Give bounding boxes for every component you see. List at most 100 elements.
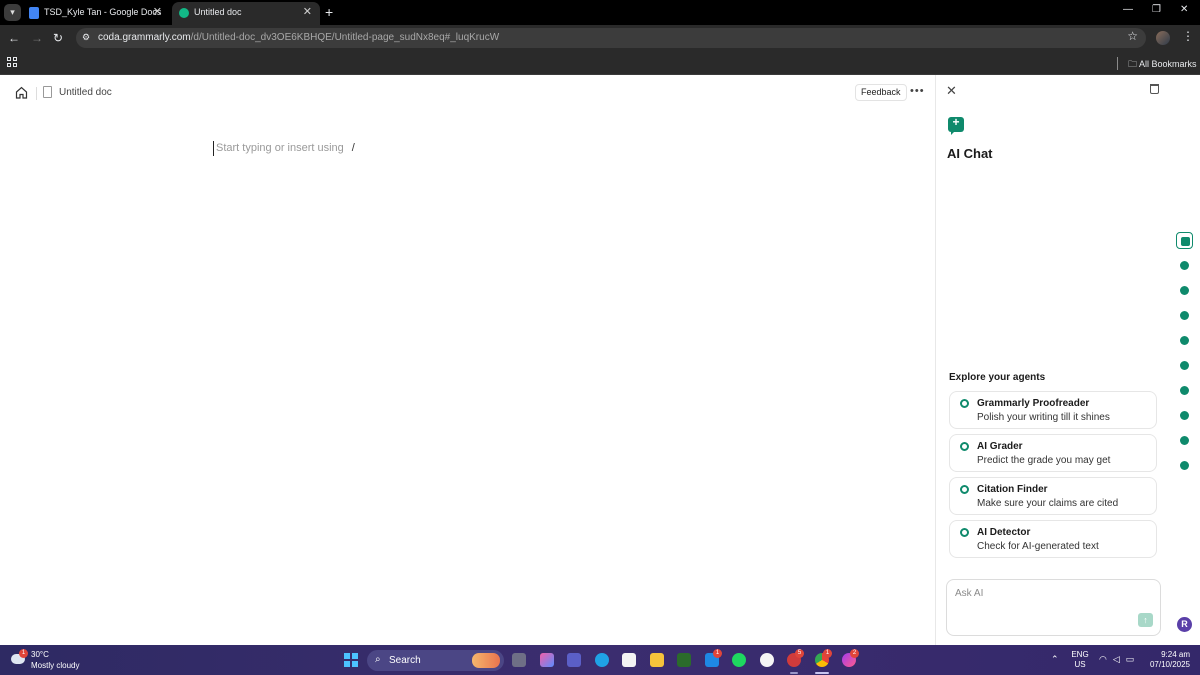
file-explorer-icon[interactable] <box>650 653 664 667</box>
spotify-icon[interactable] <box>732 653 746 667</box>
messenger-badge: 2 <box>850 649 859 658</box>
home-icon[interactable] <box>15 86 28 99</box>
user-avatar[interactable]: R <box>1177 617 1192 632</box>
opera-badge: 5 <box>795 649 804 658</box>
agent-card-citation-finder[interactable]: Citation Finder Make sure your claims ar… <box>949 477 1157 515</box>
browser-toolbar: ← → ↻ ⚙ coda.grammarly.com/d/Untitled-do… <box>0 25 1200 51</box>
agent-description: Predict the grade you may get <box>977 455 1111 466</box>
reader-icon[interactable] <box>1176 357 1193 374</box>
agent-description: Make sure your claims are cited <box>977 498 1119 509</box>
close-tab-icon[interactable]: ✕ <box>153 2 162 23</box>
editor-placeholder-text: Start typing or insert using <box>216 142 344 154</box>
feedback-button[interactable]: Feedback <box>855 84 907 101</box>
address-bar[interactable]: ⚙ coda.grammarly.com/d/Untitled-doc_dv3O… <box>76 28 1146 48</box>
search-label: Search <box>389 655 421 666</box>
tray-icons[interactable]: ◠◁▭ <box>1099 654 1140 665</box>
wifi-icon[interactable]: ◠ <box>1099 654 1113 664</box>
expert-icon[interactable] <box>1176 457 1193 474</box>
tab-title: Untitled doc <box>194 7 242 17</box>
bookmarks-bar: 🗀 All Bookmarks <box>0 51 1200 75</box>
forward-icon[interactable]: → <box>31 30 43 46</box>
battery-icon[interactable]: ▭ <box>1126 654 1141 664</box>
agent-name: Grammarly Proofreader <box>977 398 1090 409</box>
minimize-icon[interactable]: — <box>1123 4 1133 15</box>
store-icon[interactable] <box>622 653 636 667</box>
active-indicator <box>815 672 829 674</box>
site-info-icon[interactable]: ⚙ <box>82 32 90 43</box>
back-icon[interactable]: ← <box>8 30 20 46</box>
search-icon: ⌕ <box>375 654 381 665</box>
agent-description: Check for AI-generated text <box>977 541 1099 552</box>
more-options-icon[interactable]: ••• <box>910 85 925 97</box>
agent-name: Citation Finder <box>977 484 1048 495</box>
agent-rail: R <box>1170 75 1200 645</box>
new-tab-button[interactable]: + <box>325 3 333 21</box>
agent-description: Polish your writing till it shines <box>977 412 1110 423</box>
browser-menu-icon[interactable]: ⋮ <box>1182 29 1194 43</box>
close-tab-icon[interactable]: ✕ <box>303 2 312 23</box>
agent-name: AI Detector <box>977 527 1031 538</box>
close-window-icon[interactable]: ✕ <box>1180 4 1188 15</box>
doc-title[interactable]: Untitled doc <box>59 87 112 98</box>
paraphrase-icon[interactable] <box>1176 382 1193 399</box>
edge-icon[interactable] <box>595 653 609 667</box>
nvidia-icon[interactable] <box>677 653 691 667</box>
taskbar-search[interactable]: ⌕ Search <box>367 650 504 671</box>
ai-chat-icon <box>948 115 964 135</box>
proofreader-icon <box>960 399 969 408</box>
bookmark-star-icon[interactable]: ☆ <box>1127 29 1138 43</box>
grammarly-icon[interactable] <box>1176 257 1193 274</box>
detector-icon <box>960 528 969 537</box>
teams-icon[interactable] <box>567 653 581 667</box>
clock[interactable]: 9:24 am 07/10/2025 <box>1146 650 1190 670</box>
quote-icon[interactable] <box>1176 407 1193 424</box>
citation-icon[interactable] <box>1176 307 1193 324</box>
weather-badge: 1 <box>19 649 28 658</box>
agent-card-grader[interactable]: AI Grader Predict the grade you may get <box>949 434 1157 472</box>
ai-chat-icon[interactable] <box>1176 232 1193 249</box>
google-docs-icon <box>29 7 39 19</box>
volume-icon[interactable]: ◁ <box>1113 654 1126 664</box>
close-icon[interactable]: ✕ <box>946 83 957 99</box>
ai-chat-panel: ✕ AI Chat Explore your agents Grammarly … <box>935 75 1169 645</box>
page-icon <box>43 86 52 98</box>
task-view-icon[interactable] <box>512 653 526 667</box>
citation-icon <box>960 485 969 494</box>
send-icon[interactable]: ↑ <box>1138 613 1153 627</box>
weather-condition[interactable]: Mostly cloudy <box>31 661 79 670</box>
tab-google-docs[interactable]: TSD_Kyle Tan - Google Docs ✕ <box>22 2 170 25</box>
explore-agents-heading: Explore your agents <box>949 372 1046 383</box>
agent-card-ai-detector[interactable]: AI Detector Check for AI-generated text <box>949 520 1157 558</box>
mail-badge: 1 <box>713 649 722 658</box>
agent-card-proofreader[interactable]: Grammarly Proofreader Polish your writin… <box>949 391 1157 429</box>
tray-overflow-icon[interactable]: ⌃ <box>1051 654 1059 665</box>
tab-search-button[interactable]: ▾ <box>4 4 21 21</box>
slash-hint: / <box>351 142 355 154</box>
start-icon[interactable] <box>344 653 358 667</box>
language-indicator[interactable]: ENG US <box>1070 650 1090 670</box>
ask-ai-input[interactable]: Ask AI ↑ <box>946 579 1161 636</box>
chrome-badge: 1 <box>823 649 832 658</box>
panel-title: AI Chat <box>947 146 993 161</box>
all-bookmarks-button[interactable]: 🗀 All Bookmarks <box>1128 57 1197 73</box>
folder-icon: 🗀 <box>1128 59 1138 69</box>
temperature[interactable]: 30°C <box>31 650 49 659</box>
apps-grid-icon[interactable] <box>7 57 17 67</box>
url-text: coda.grammarly.com/d/Untitled-doc_dv3OE6… <box>98 32 500 43</box>
profile-avatar[interactable] <box>1156 31 1170 45</box>
restore-icon[interactable]: ❐ <box>1152 4 1161 15</box>
tab-untitled-doc[interactable]: Untitled doc ✕ <box>172 2 320 25</box>
browser-tab-strip: ▾ TSD_Kyle Tan - Google Docs ✕ Untitled … <box>0 0 1200 25</box>
reload-icon[interactable]: ↻ <box>53 30 63 46</box>
slack-icon[interactable] <box>760 653 774 667</box>
tab-title: TSD_Kyle Tan - Google Docs <box>44 7 162 17</box>
grammarly-icon <box>179 8 189 18</box>
grader-icon[interactable] <box>1176 282 1193 299</box>
check-icon[interactable] <box>1176 432 1193 449</box>
trash-icon[interactable] <box>1150 84 1159 94</box>
agent-name: AI Grader <box>977 441 1023 452</box>
search-highlight-image <box>472 653 500 668</box>
detector-icon[interactable] <box>1176 332 1193 349</box>
copilot-icon[interactable] <box>540 653 554 667</box>
editor-input[interactable]: Start typing or insert using / <box>213 141 355 156</box>
